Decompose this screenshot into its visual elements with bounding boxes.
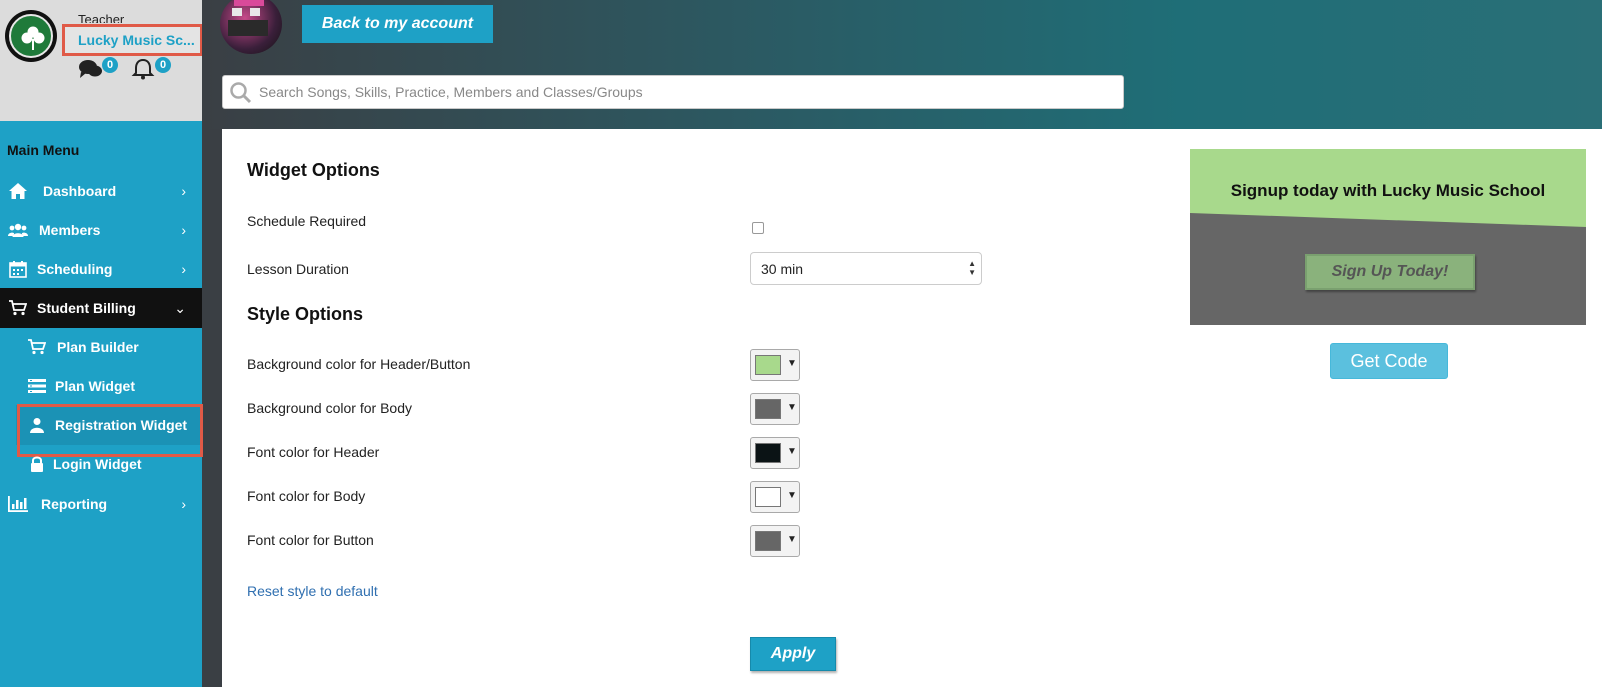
main-menu-title: Main Menu bbox=[7, 142, 80, 158]
notifications-badge: 0 bbox=[155, 57, 171, 73]
notifications-button[interactable]: 0 bbox=[131, 57, 171, 85]
menu-item-label: Members bbox=[39, 222, 101, 238]
menu-item-label: Student Billing bbox=[37, 300, 136, 316]
lesson-duration-value: 30 min bbox=[761, 260, 804, 277]
header-bg-color-label: Background color for Header/Button bbox=[247, 356, 471, 372]
widget-preview: Signup today with Lucky Music School Sig… bbox=[1190, 149, 1586, 325]
lock-icon bbox=[28, 455, 46, 473]
menu-item-scheduling[interactable]: Scheduling › bbox=[0, 249, 202, 289]
color-swatch bbox=[755, 355, 781, 375]
header-font-color-picker[interactable]: ▼ bbox=[750, 437, 800, 469]
search-input[interactable] bbox=[259, 76, 1119, 108]
user-role: Teacher bbox=[78, 12, 125, 23]
dropdown-arrow-icon: ▼ bbox=[787, 402, 797, 413]
menu-item-label: Dashboard bbox=[43, 183, 117, 199]
sidebar-item-plan-builder[interactable]: Plan Builder bbox=[0, 327, 202, 367]
apply-button[interactable]: Apply bbox=[750, 637, 836, 671]
shamrock-icon bbox=[21, 26, 45, 50]
color-swatch bbox=[755, 443, 781, 463]
body-font-color-picker[interactable]: ▼ bbox=[750, 481, 800, 513]
main-content: Widget Options Schedule Required Lesson … bbox=[222, 129, 1602, 687]
calendar-icon bbox=[7, 258, 29, 280]
style-options-title: Style Options bbox=[247, 304, 364, 324]
menu-item-label: Reporting bbox=[41, 496, 108, 512]
sidebar-item-plan-widget[interactable]: Plan Widget bbox=[0, 366, 202, 406]
body-bg-color-picker[interactable]: ▼ bbox=[750, 393, 800, 425]
color-swatch bbox=[755, 531, 781, 551]
bell-icon bbox=[131, 58, 155, 80]
body-font-color-label: Font color for Body bbox=[247, 488, 366, 504]
profile-panel: Teacher Lucky Music Sc... 0 0 bbox=[0, 0, 203, 121]
chevron-right-icon: › bbox=[181, 222, 186, 238]
list-icon bbox=[28, 377, 46, 395]
schedule-required-label: Schedule Required bbox=[247, 213, 367, 229]
school-name-highlight[interactable]: Lucky Music Sc... bbox=[62, 24, 203, 56]
dropdown-arrow-icon: ▼ bbox=[787, 446, 797, 457]
header-font-color-label: Font color for Header bbox=[247, 444, 380, 460]
school-name[interactable]: Lucky Music Sc... bbox=[78, 32, 195, 48]
widget-options-title: Widget Options bbox=[247, 160, 380, 180]
sub-item-label: Plan Builder bbox=[57, 339, 139, 355]
menu-item-members[interactable]: Members › bbox=[0, 210, 202, 250]
color-swatch bbox=[755, 399, 781, 419]
messages-badge: 0 bbox=[102, 57, 118, 73]
reset-style-link[interactable]: Reset style to default bbox=[247, 583, 378, 599]
chevron-right-icon: › bbox=[181, 496, 186, 512]
chat-icon bbox=[79, 60, 102, 78]
dropdown-arrow-icon: ▼ bbox=[787, 358, 797, 369]
get-code-button[interactable]: Get Code bbox=[1330, 343, 1448, 379]
cart-icon bbox=[28, 338, 46, 356]
sidebar: Teacher Lucky Music Sc... 0 0 Main Menu … bbox=[0, 0, 203, 687]
dropdown-arrow-icon: ▼ bbox=[787, 534, 797, 545]
color-swatch bbox=[755, 487, 781, 507]
school-logo bbox=[5, 10, 57, 62]
cart-icon bbox=[7, 297, 29, 319]
messages-button[interactable]: 0 bbox=[78, 57, 118, 85]
back-to-account-button[interactable]: Back to my account bbox=[302, 5, 493, 43]
lesson-duration-select[interactable]: 30 min ▲ ▼ bbox=[750, 252, 982, 285]
chevron-right-icon: › bbox=[181, 183, 186, 199]
home-icon bbox=[7, 180, 29, 202]
header-bg-color-picker[interactable]: ▼ bbox=[750, 349, 800, 381]
users-icon bbox=[7, 219, 29, 241]
select-arrows-icon: ▲ ▼ bbox=[968, 259, 976, 277]
preview-signup-button[interactable]: Sign Up Today! bbox=[1305, 254, 1475, 290]
menu-item-dashboard[interactable]: Dashboard › bbox=[0, 171, 202, 211]
lesson-duration-label: Lesson Duration bbox=[247, 261, 349, 277]
menu-item-student-billing[interactable]: Student Billing ⌄ bbox=[0, 288, 202, 328]
preview-title: Signup today with Lucky Music School bbox=[1230, 181, 1546, 200]
search-bar[interactable] bbox=[222, 75, 1124, 109]
button-font-color-label: Font color for Button bbox=[247, 532, 374, 548]
sub-item-label: Plan Widget bbox=[55, 378, 135, 394]
menu-item-reporting[interactable]: Reporting › bbox=[0, 484, 202, 524]
sidebar-item-login-widget[interactable]: Login Widget bbox=[0, 444, 202, 484]
button-font-color-picker[interactable]: ▼ bbox=[750, 525, 800, 557]
dropdown-arrow-icon: ▼ bbox=[787, 490, 797, 501]
sub-item-label: Login Widget bbox=[53, 456, 142, 472]
chevron-down-icon: ⌄ bbox=[174, 300, 186, 316]
chevron-right-icon: › bbox=[181, 261, 186, 277]
body-bg-color-label: Background color for Body bbox=[247, 400, 412, 416]
search-icon bbox=[230, 82, 252, 104]
bar-chart-icon bbox=[7, 493, 29, 515]
schedule-required-checkbox[interactable] bbox=[752, 222, 764, 234]
menu-item-label: Scheduling bbox=[37, 261, 113, 277]
